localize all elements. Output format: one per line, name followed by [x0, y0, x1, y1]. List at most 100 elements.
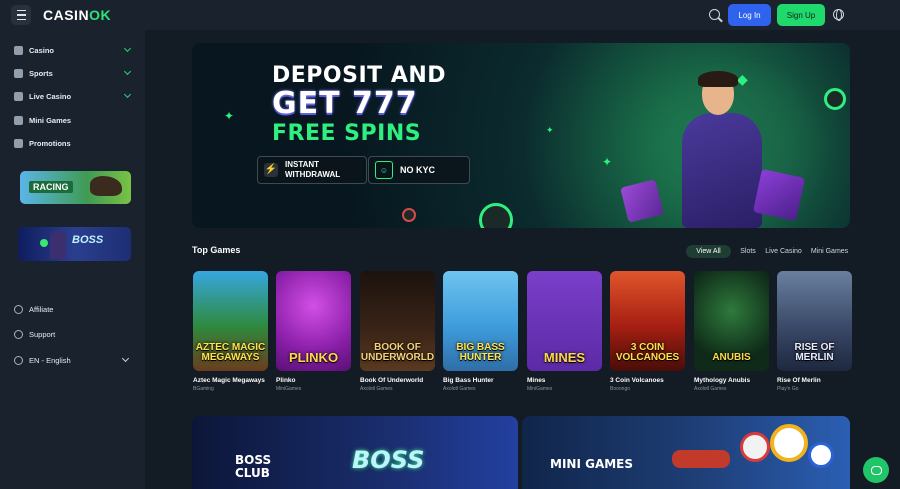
game-provider: MiniGames: [276, 386, 302, 392]
chevron-down-icon: [123, 90, 132, 99]
top-bar: CASINOK Log In Sign Up: [0, 0, 900, 30]
chat-icon: [870, 465, 882, 475]
game-art-title: 3 COIN VOLCANOES: [615, 342, 680, 363]
game-art-title: BOOK OF UNDERWORLD: [360, 342, 435, 363]
game-provider: BGaming: [193, 386, 214, 392]
game-name[interactable]: Book Of Underworld: [360, 377, 435, 384]
coin-icon: [479, 203, 513, 228]
boss-character-illustration: [50, 231, 66, 259]
host-hair: [698, 71, 738, 87]
filter-view-all[interactable]: View All: [686, 245, 731, 258]
game-name[interactable]: Big Bass Hunter: [443, 377, 518, 384]
game-name[interactable]: Aztec Magic Megaways: [193, 377, 268, 384]
section-title: Top Games: [192, 245, 241, 255]
game-art-title: ANUBIS: [712, 352, 751, 363]
live-casino-icon: [14, 91, 23, 101]
sidebar-item-live-casino[interactable]: Live Casino: [14, 89, 132, 103]
sidebar-item-label: Promotions: [29, 138, 71, 148]
language-label: EN - English: [29, 355, 71, 365]
logo[interactable]: CASINOK: [43, 7, 111, 23]
boss-promo-label: BOSS: [72, 234, 104, 246]
game-provider: Play'n Go: [777, 386, 799, 392]
game-art-title: BIG BASS HUNTER: [456, 342, 505, 363]
no-kyc-badge: ☺ NO KYC: [368, 156, 470, 184]
logo-glyph-icon: ◆: [737, 71, 748, 87]
lottery-ball-icon: [770, 424, 808, 462]
horse-illustration: [90, 176, 122, 196]
coin-icon: [824, 88, 846, 110]
lottery-ball-icon: [740, 432, 770, 462]
sparkle-icon: ✦: [224, 109, 235, 123]
filter-slots[interactable]: Slots: [738, 245, 758, 258]
mini-games-banner[interactable]: MINI GAMES: [522, 416, 850, 489]
chat-button[interactable]: [863, 457, 889, 483]
boss-club-promo-banner[interactable]: BOSS: [18, 227, 131, 261]
sidebar-item-promotions[interactable]: Promotions: [14, 136, 132, 150]
game-name[interactable]: 3 Coin Volcanoes: [610, 377, 685, 384]
sidebar-item-mini-games[interactable]: Mini Games: [14, 113, 132, 127]
globe-icon: [14, 355, 23, 365]
filter-live-casino[interactable]: Live Casino: [763, 245, 804, 258]
sidebar-item-label: Casino: [29, 45, 55, 55]
game-art-title: PLINKO: [288, 350, 339, 365]
game-card[interactable]: BOOK OF UNDERWORLD: [360, 271, 435, 371]
menu-icon[interactable]: [11, 5, 31, 25]
game-name[interactable]: Mythology Anubis: [694, 377, 769, 384]
hero-headline-2: GET 777: [272, 86, 418, 121]
login-button[interactable]: Log In: [728, 4, 771, 26]
boss-club-title: BOSS CLUB: [235, 453, 272, 480]
game-name[interactable]: Mines: [527, 377, 602, 384]
gift-icon: [14, 138, 23, 148]
globe-icon[interactable]: [833, 9, 844, 21]
coin-icon: [40, 239, 48, 247]
filter-mini-games[interactable]: Mini Games: [809, 245, 850, 258]
game-name[interactable]: Rise Of Merlin: [777, 377, 852, 384]
game-card[interactable]: AZTEC MAGIC MEGAWAYS: [193, 271, 268, 371]
game-art-title: MINES: [543, 350, 586, 365]
game-card[interactable]: BIG BASS HUNTER: [443, 271, 518, 371]
logo-text: CASIN: [43, 7, 90, 23]
game-provider: Axolotl Games: [443, 386, 476, 392]
logo-accent: OK: [89, 7, 112, 23]
game-card[interactable]: MINES: [527, 271, 602, 371]
racing-promo-label: RACING: [29, 181, 73, 193]
hero-banner[interactable]: ✦ ✦ ✦ ◆ DEPOSIT AND GET 777 FREE SPINS ⚡…: [192, 43, 850, 228]
racing-promo-banner[interactable]: RACING: [20, 171, 131, 204]
signup-button[interactable]: Sign Up: [777, 4, 825, 26]
badge-label: INSTANT WITHDRAWAL: [285, 160, 341, 179]
language-selector[interactable]: EN - English: [14, 353, 132, 367]
affiliate-icon: [14, 304, 23, 314]
game-card[interactable]: 3 COIN VOLCANOES: [610, 271, 685, 371]
game-card[interactable]: ANUBIS: [694, 271, 769, 371]
boss-club-banner[interactable]: BOSS CLUB BOSS: [192, 416, 518, 489]
sparkle-icon: ✦: [602, 155, 613, 169]
chevron-down-icon: [123, 44, 132, 53]
lottery-ball-icon: [808, 442, 834, 468]
sidebar-item-casino[interactable]: Casino: [14, 43, 132, 57]
game-provider: Axolotl Games: [694, 386, 727, 392]
sidebar-item-affiliate[interactable]: Affiliate: [14, 302, 132, 316]
search-icon[interactable]: [709, 9, 720, 20]
sidebar-item-sports[interactable]: Sports: [14, 66, 132, 80]
sidebar-item-support[interactable]: Support: [14, 327, 132, 341]
casino-icon: [14, 45, 23, 55]
hero-headline-1: DEPOSIT AND: [272, 63, 447, 88]
game-name[interactable]: Plinko: [276, 377, 351, 384]
mini-games-title: MINI GAMES: [550, 457, 634, 471]
badge-label: NO KYC: [400, 165, 436, 175]
host-character-illustration: [682, 113, 762, 228]
game-provider: Axolotl Games: [360, 386, 393, 392]
sidebar-item-label: Live Casino: [29, 91, 72, 101]
face-scan-icon: ☺: [375, 161, 393, 179]
chip-icon: [402, 208, 416, 222]
game-card[interactable]: RISE OF MERLIN: [777, 271, 852, 371]
sidebar-item-label: Mini Games: [29, 115, 72, 125]
chevron-down-icon: [123, 67, 132, 76]
boss-logo: BOSS: [352, 446, 425, 474]
lightning-icon: ⚡: [264, 163, 278, 177]
game-card[interactable]: PLINKO: [276, 271, 351, 371]
game-art-title: RISE OF MERLIN: [794, 342, 835, 363]
game-provider: Booongo: [610, 386, 631, 392]
hero-headline-3: FREE SPINS: [272, 121, 422, 146]
chevron-down-icon: [121, 354, 130, 363]
